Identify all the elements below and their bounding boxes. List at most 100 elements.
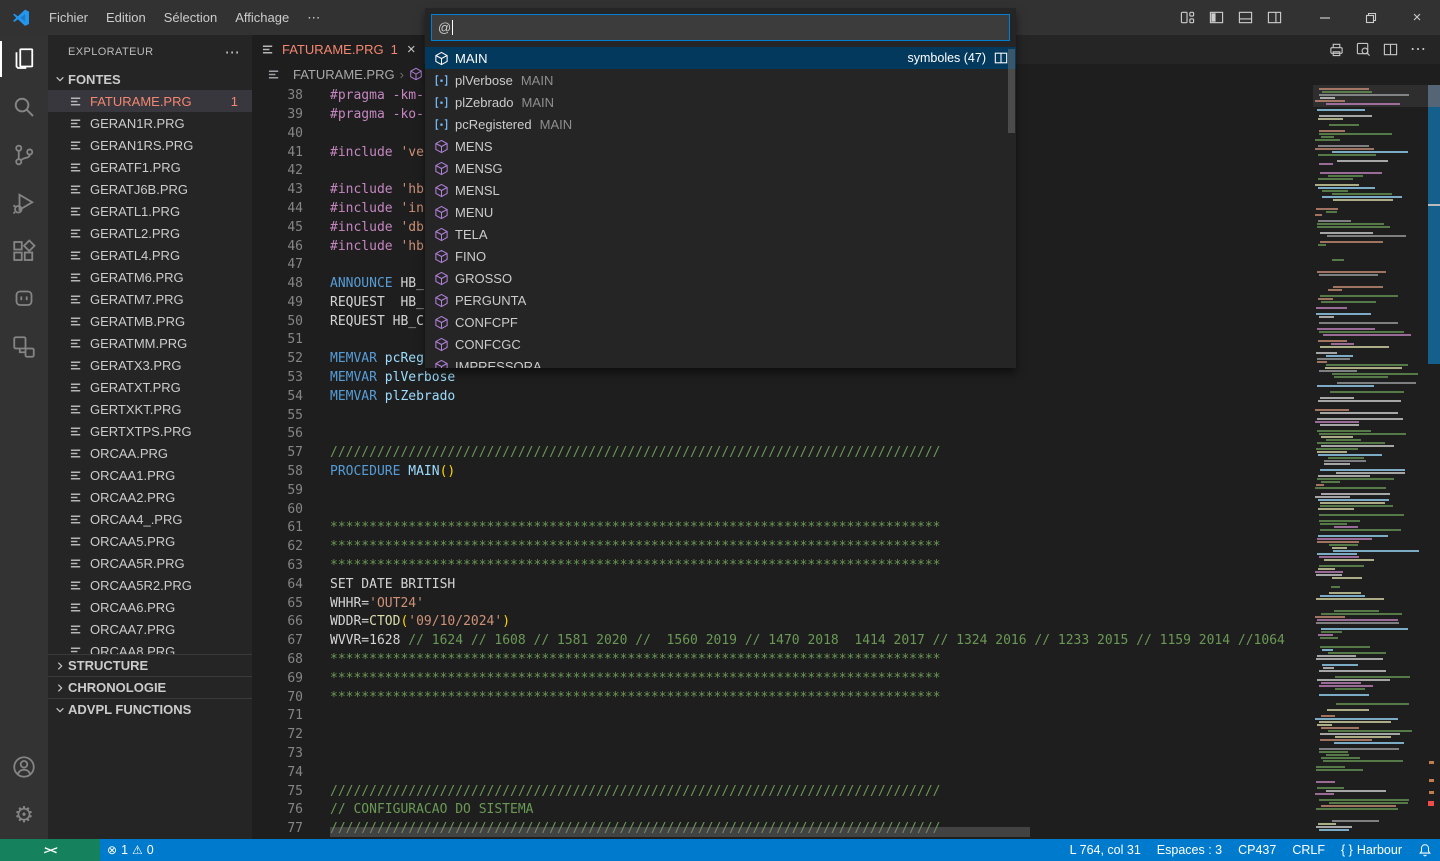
line-number[interactable]: 71	[252, 707, 303, 726]
symbol-list-item[interactable]: MENSG	[425, 157, 1016, 179]
line-number[interactable]: 69	[252, 670, 303, 689]
source-control-icon[interactable]	[0, 131, 48, 179]
open-to-side-icon[interactable]	[994, 51, 1008, 65]
line-number[interactable]: 63	[252, 557, 303, 576]
close-window-button[interactable]: ×	[1394, 0, 1440, 35]
more-actions-icon[interactable]: ⋯	[1410, 39, 1426, 59]
line-number[interactable]: 41	[252, 144, 303, 163]
line-number[interactable]: 66	[252, 613, 303, 632]
file-list-item[interactable]: ORCAA7.PRG	[48, 618, 252, 640]
tab-faturame[interactable]: FATURAME.PRG 1 ×	[252, 35, 425, 64]
file-list-item[interactable]: ORCAA5R2.PRG	[48, 574, 252, 596]
menu-edition[interactable]: Edition	[97, 0, 155, 35]
line-number[interactable]: 49	[252, 294, 303, 313]
minimap[interactable]	[1313, 85, 1428, 839]
line-number[interactable]: 64	[252, 576, 303, 595]
symbol-list-item[interactable]: FINO	[425, 245, 1016, 267]
line-number[interactable]: 59	[252, 482, 303, 501]
run-and-debug-icon[interactable]	[0, 179, 48, 227]
symbol-list-item[interactable]: MENSL	[425, 179, 1016, 201]
extensions-icon[interactable]	[0, 227, 48, 275]
settings-gear-icon[interactable]: ⚙	[0, 791, 48, 839]
horizontal-scrollbar[interactable]	[330, 827, 1030, 837]
toggle-panel-icon[interactable]	[1238, 10, 1253, 25]
line-number[interactable]: 38	[252, 87, 303, 106]
line-number[interactable]: 68	[252, 651, 303, 670]
file-list-item[interactable]: ORCAA.PRG	[48, 442, 252, 464]
section-chronologie[interactable]: CHRONOLOGIE	[48, 676, 252, 698]
file-list-item[interactable]: ORCAA5.PRG	[48, 530, 252, 552]
symbol-list-item[interactable]: plVerboseMAIN	[425, 69, 1016, 91]
symbol-list-item[interactable]: GROSSO	[425, 267, 1016, 289]
customize-layout-icon[interactable]	[1180, 10, 1195, 25]
line-number[interactable]: 54	[252, 388, 303, 407]
file-list-item[interactable]: GERATF1.PRG	[48, 156, 252, 178]
notifications-bell[interactable]	[1410, 843, 1440, 857]
file-list-item[interactable]: GERATMM.PRG	[48, 332, 252, 354]
symbol-list-item[interactable]: MENS	[425, 135, 1016, 157]
file-list-item[interactable]: GERATMB.PRG	[48, 310, 252, 332]
line-number[interactable]: 77	[252, 820, 303, 839]
file-list-item[interactable]: GERAN1RS.PRG	[48, 134, 252, 156]
line-number[interactable]: 57	[252, 444, 303, 463]
indentation[interactable]: Espaces : 3	[1149, 843, 1230, 857]
file-list-item[interactable]: GERTXKT.PRG	[48, 398, 252, 420]
overview-ruler-scrollbar[interactable]	[1428, 85, 1440, 839]
file-list-item[interactable]: GERATL2.PRG	[48, 222, 252, 244]
line-number[interactable]: 70	[252, 689, 303, 708]
file-list-item[interactable]: ORCAA8.PRG	[48, 640, 252, 654]
section-structure[interactable]: STRUCTURE	[48, 654, 252, 676]
line-number[interactable]: 60	[252, 501, 303, 520]
split-editor-icon[interactable]	[1383, 42, 1398, 57]
explorer-more-actions-icon[interactable]: ⋯	[225, 43, 240, 61]
section-advpl-functions[interactable]: ADVPL FUNCTIONS	[48, 698, 252, 720]
file-list-item[interactable]: GERATXT.PRG	[48, 376, 252, 398]
line-number[interactable]: 43	[252, 181, 303, 200]
line-number[interactable]: 56	[252, 425, 303, 444]
toggle-secondary-sidebar-icon[interactable]	[1267, 10, 1282, 25]
file-list-item[interactable]: GERATJ6B.PRG	[48, 178, 252, 200]
file-list-item[interactable]: GERATM7.PRG	[48, 288, 252, 310]
line-number[interactable]: 58	[252, 463, 303, 482]
quick-open-input[interactable]: @	[431, 14, 1010, 41]
file-list-item[interactable]: ORCAA4_.PRG	[48, 508, 252, 530]
print-icon[interactable]	[1329, 42, 1344, 57]
remote-indicator[interactable]: ><	[0, 839, 100, 861]
line-number[interactable]: 72	[252, 726, 303, 745]
line-number[interactable]: 74	[252, 764, 303, 783]
file-list-item[interactable]: GERTXTPS.PRG	[48, 420, 252, 442]
file-list-item[interactable]: GERATL4.PRG	[48, 244, 252, 266]
toggle-primary-sidebar-icon[interactable]	[1209, 10, 1224, 25]
file-list-item[interactable]: GERATX3.PRG	[48, 354, 252, 376]
line-number[interactable]: 75	[252, 783, 303, 802]
line-number[interactable]: 73	[252, 745, 303, 764]
file-list-item[interactable]: ORCAA6.PRG	[48, 596, 252, 618]
symbol-list-item[interactable]: MENU	[425, 201, 1016, 223]
encoding[interactable]: CP437	[1230, 843, 1284, 857]
menu-sélection[interactable]: Sélection	[155, 0, 226, 35]
symbol-list-item[interactable]: plZebradoMAIN	[425, 91, 1016, 113]
menu-affichage[interactable]: Affichage	[226, 0, 298, 35]
file-list-item[interactable]: ORCAA2.PRG	[48, 486, 252, 508]
symbol-list-item[interactable]: CONFCPF	[425, 311, 1016, 333]
file-list-item[interactable]: ORCAA5R.PRG	[48, 552, 252, 574]
account-icon[interactable]	[0, 743, 48, 791]
line-number[interactable]: 40	[252, 125, 303, 144]
line-number[interactable]: 48	[252, 275, 303, 294]
line-number[interactable]: 50	[252, 313, 303, 332]
line-number[interactable]: 44	[252, 200, 303, 219]
line-number[interactable]: 55	[252, 407, 303, 426]
symbol-list-item[interactable]: CONFCGC	[425, 333, 1016, 355]
problems-indicator[interactable]: ⊗ 1 ⚠ 0	[100, 839, 161, 861]
file-list-item[interactable]: GERATM6.PRG	[48, 266, 252, 288]
explorer-icon[interactable]	[0, 35, 48, 83]
line-number[interactable]: 45	[252, 219, 303, 238]
list-scrollbar[interactable]	[1008, 49, 1015, 133]
assistant-icon[interactable]	[0, 275, 48, 323]
symbol-list-item[interactable]: IMPRESSORA	[425, 355, 1016, 368]
symbol-list-item[interactable]: PERGUNTA	[425, 289, 1016, 311]
section-fontes[interactable]: FONTES	[48, 68, 252, 90]
search-icon[interactable]	[0, 83, 48, 131]
line-number[interactable]: 53	[252, 369, 303, 388]
file-list-item[interactable]: FATURAME.PRG 1	[48, 90, 252, 112]
